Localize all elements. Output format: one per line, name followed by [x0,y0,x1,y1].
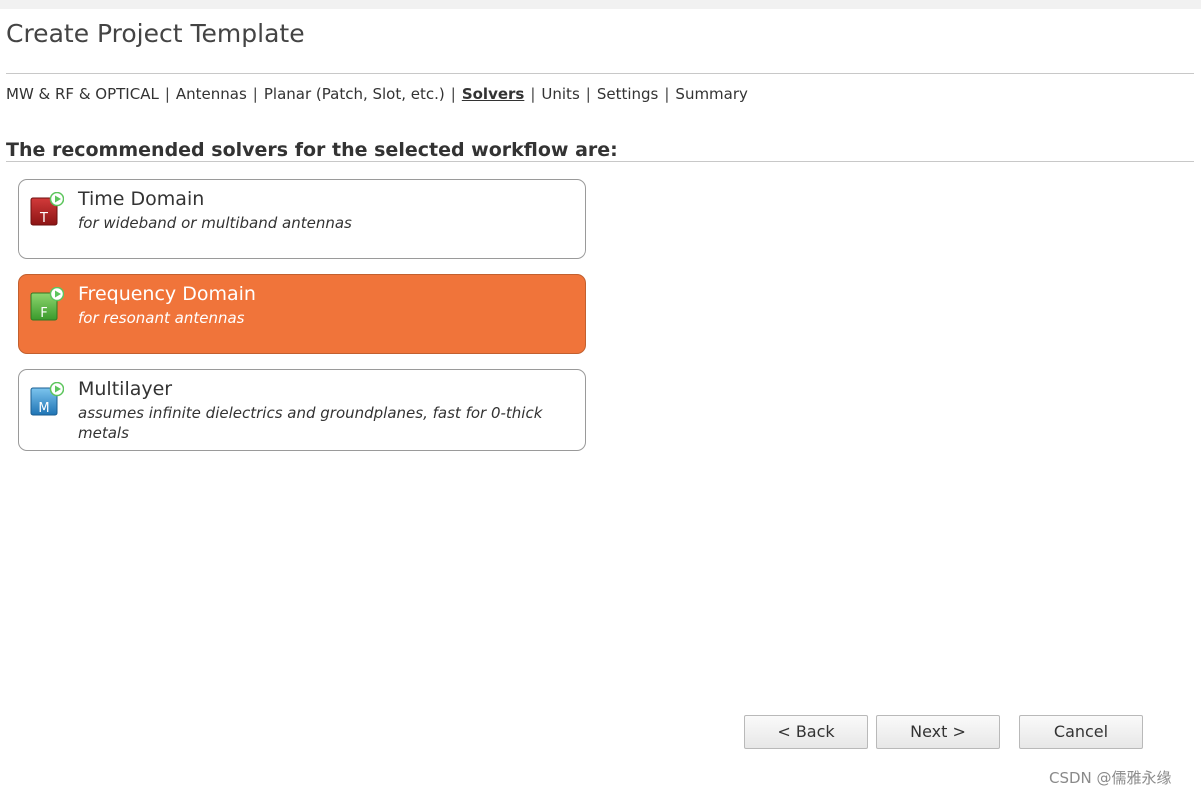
frequency-domain-solver-icon: F [30,286,65,321]
breadcrumb-separator: | [585,85,591,103]
solver-option-multilayer[interactable]: M Multilayer assumes infinite dielectric… [18,369,586,451]
breadcrumb-item-planar[interactable]: Planar (Patch, Slot, etc.) [264,85,445,103]
breadcrumb-item-settings[interactable]: Settings [597,85,659,103]
solver-title: Frequency Domain [78,283,256,305]
multilayer-solver-icon: M [30,381,65,416]
breadcrumb-separator: | [164,85,170,103]
solver-description: for resonant antennas [78,309,245,327]
solver-option-frequency-domain[interactable]: F Frequency Domain for resonant antennas [18,274,586,354]
breadcrumb-item-summary[interactable]: Summary [675,85,748,103]
solver-title: Time Domain [78,188,205,210]
cancel-button[interactable]: Cancel [1019,715,1143,749]
solver-description: for wideband or multiband antennas [78,214,352,232]
title-divider [6,73,1194,74]
solver-icon-letter: F [40,306,47,321]
solver-icon-letter: T [39,211,48,226]
breadcrumb-item-units[interactable]: Units [541,85,579,103]
solver-icon-letter: M [38,401,49,416]
breadcrumb-separator: | [450,85,456,103]
time-domain-solver-icon: T [30,191,65,226]
next-button[interactable]: Next > [876,715,1000,749]
breadcrumb-separator: | [664,85,670,103]
solver-title: Multilayer [78,378,173,400]
heading-divider [6,161,1194,162]
page-title: Create Project Template [6,19,305,48]
breadcrumb: MW & RF & OPTICAL | Antennas | Planar (Patch… [6,85,748,103]
section-heading: The recommended solvers for the selected… [6,139,618,161]
breadcrumb-item-antennas[interactable]: Antennas [176,85,247,103]
watermark: CSDN @儒雅永缘 [1049,769,1172,787]
breadcrumb-item-mw-rf-optical[interactable]: MW & RF & OPTICAL [6,85,159,103]
breadcrumb-separator: | [530,85,536,103]
breadcrumb-item-solvers[interactable]: Solvers [462,85,525,103]
solver-option-time-domain[interactable]: T Time Domain for wideband or multiband … [18,179,586,259]
back-button[interactable]: < Back [744,715,868,749]
breadcrumb-separator: | [252,85,258,103]
solver-description: assumes infinite dielectrics and groundp… [78,404,543,442]
top-strip [0,0,1201,9]
